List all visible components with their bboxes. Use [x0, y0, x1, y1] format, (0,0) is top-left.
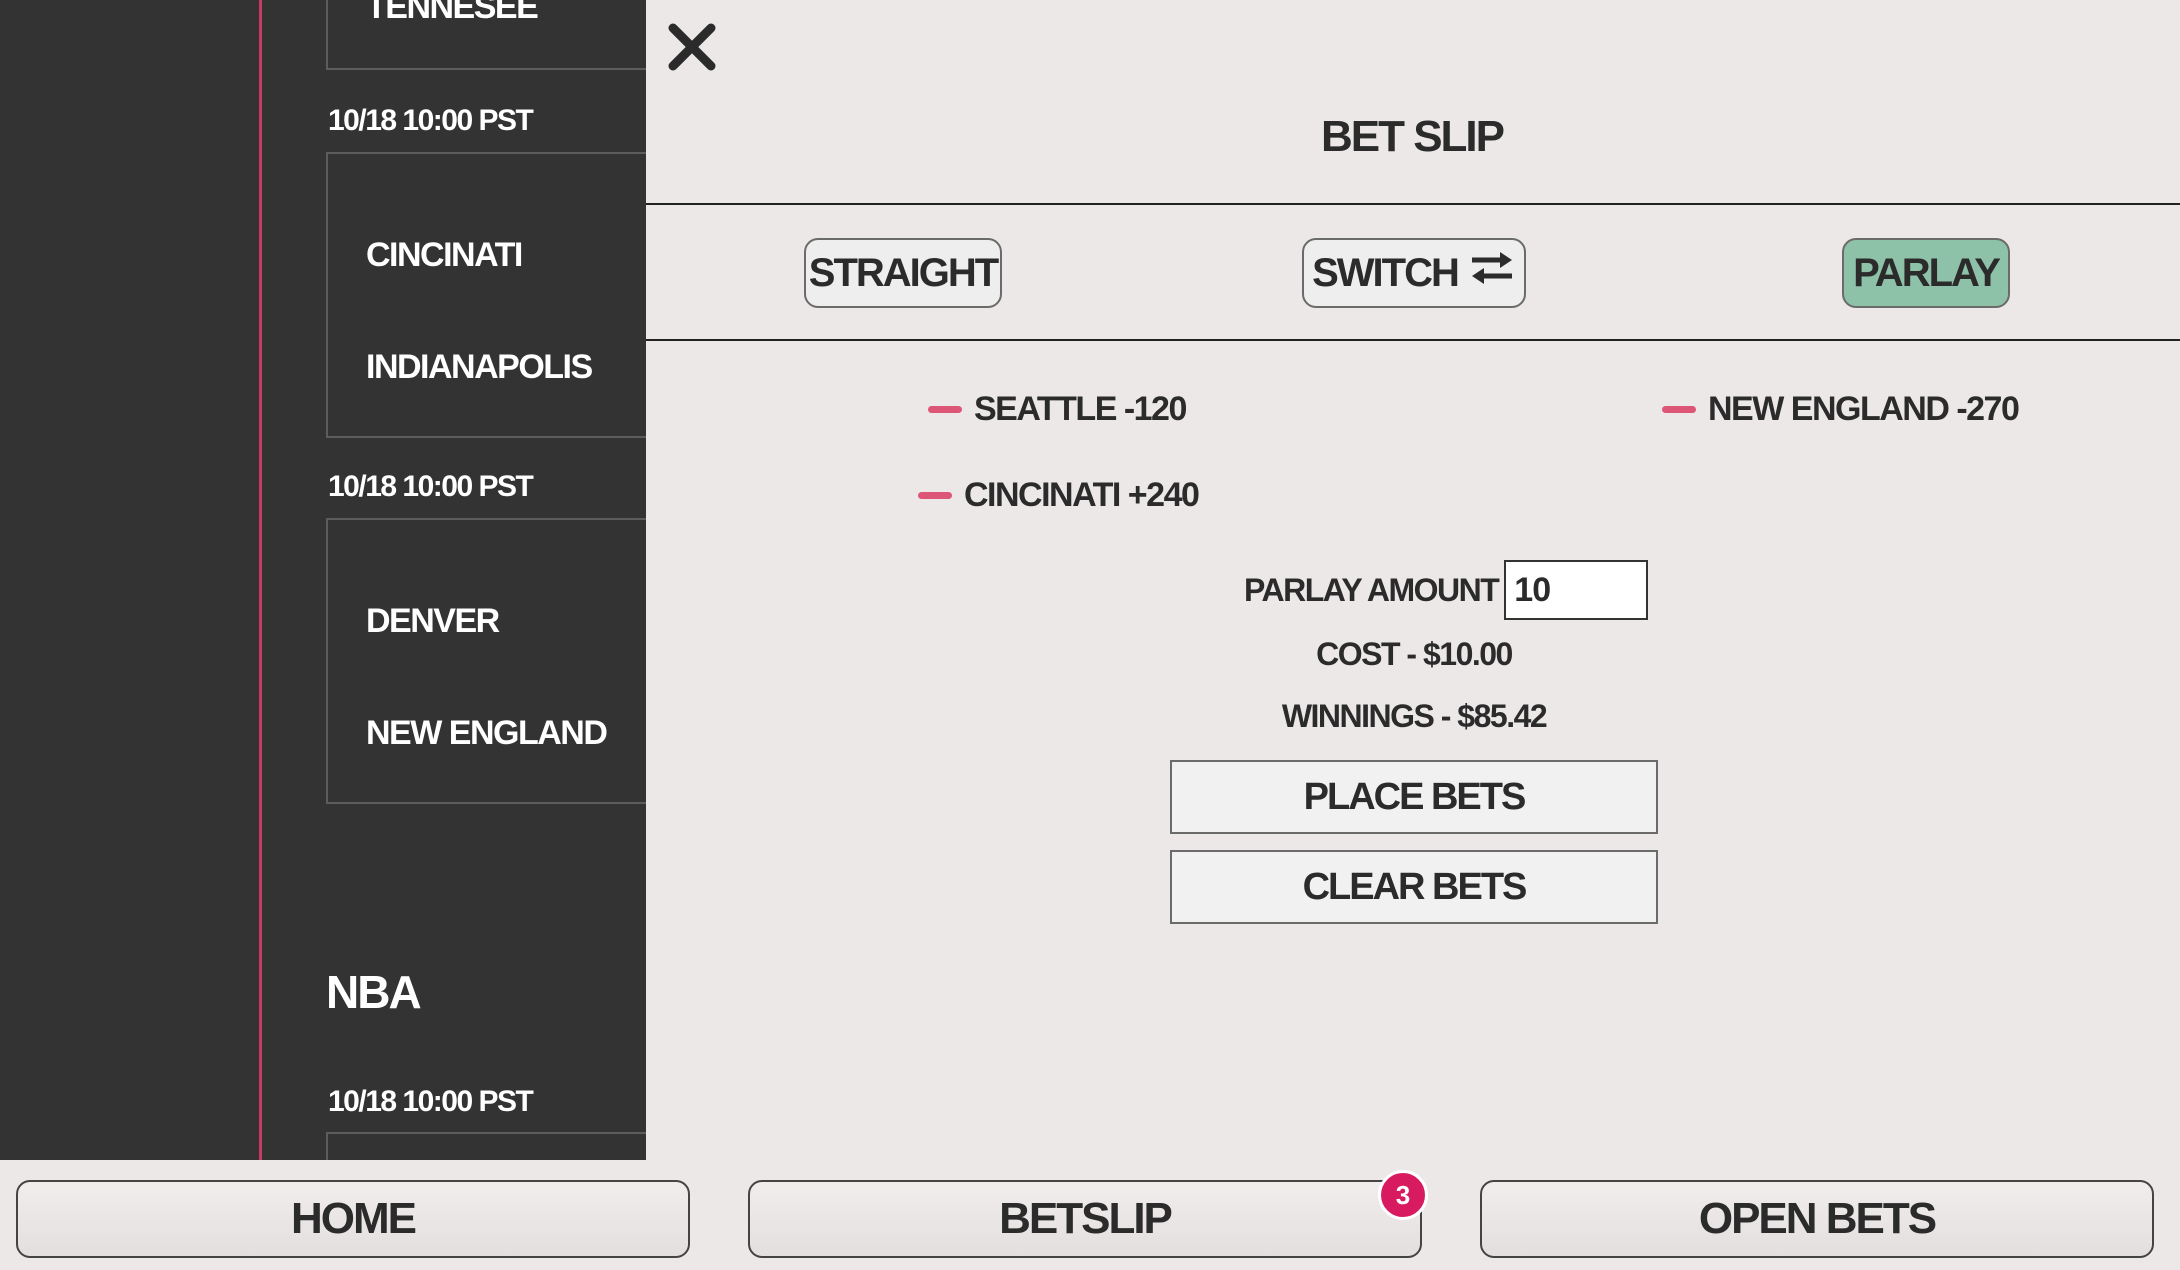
team-option[interactable]: INDIANAPOLIS [366, 348, 593, 387]
games-sidebar: TENNESEE 10/18 10:00 PST CINCINATI INDIA… [0, 0, 646, 1160]
place-bets-button[interactable]: PLACE BETS [1170, 760, 1658, 834]
straight-mode-button[interactable]: STRAIGHT [804, 238, 1002, 308]
game-card[interactable] [326, 1132, 646, 1160]
betslip-button[interactable]: BETSLIP [748, 1180, 1422, 1258]
bet-item: CINCINATI +240 [918, 476, 1200, 515]
switch-mode-button[interactable]: SWITCH [1302, 238, 1526, 308]
divider [646, 203, 2180, 205]
league-title: NBA [326, 966, 422, 1018]
bet-label: NEW ENGLAND -270 [1708, 390, 2020, 428]
parlay-amount-label: PARLAY AMOUNT [1244, 571, 1500, 608]
remove-bet-icon[interactable] [918, 492, 952, 499]
bet-item: NEW ENGLAND -270 [1662, 390, 2020, 429]
bet-item: SEATTLE -120 [928, 390, 1187, 429]
team-option[interactable]: NEW ENGLAND [366, 714, 608, 753]
bet-label: SEATTLE -120 [974, 390, 1187, 428]
parlay-amount-input[interactable] [1504, 560, 1649, 620]
team-option[interactable]: DENVER [366, 602, 500, 641]
page-title: BET SLIP [1320, 112, 1505, 161]
game-date: 10/18 10:00 PST [328, 470, 534, 503]
remove-bet-icon[interactable] [928, 406, 962, 413]
open-bets-button[interactable]: OPEN BETS [1480, 1180, 2154, 1258]
team-option[interactable]: CINCINATI [366, 236, 523, 275]
straight-label: STRAIGHT [808, 250, 999, 295]
parlay-amount-row: PARLAY AMOUNT [1244, 560, 1649, 620]
remove-bet-icon[interactable] [1662, 406, 1696, 413]
switch-label: SWITCH [1312, 250, 1460, 295]
betslip-count-badge: 3 [1378, 1170, 1428, 1220]
bet-label: CINCINATI +240 [964, 476, 1200, 514]
team-label: TENNESEE [366, 0, 539, 26]
game-card[interactable] [326, 152, 646, 438]
sidebar-accent-line [259, 0, 262, 1160]
game-date: 10/18 10:00 PST [328, 104, 534, 137]
game-date: 10/18 10:00 PST [328, 1085, 534, 1118]
game-card[interactable] [326, 518, 646, 804]
cost-text: COST - $10.00 [1316, 636, 1513, 672]
close-icon[interactable] [665, 20, 719, 74]
divider [646, 339, 2180, 341]
home-button[interactable]: HOME [16, 1180, 690, 1258]
bottom-nav: HOME BETSLIP OPEN BETS [0, 1160, 2180, 1270]
swap-arrows-icon [1468, 250, 1516, 296]
parlay-label: PARLAY [1853, 250, 2001, 295]
winnings-text: WINNINGS - $85.42 [1281, 698, 1548, 734]
parlay-mode-button[interactable]: PARLAY [1842, 238, 2010, 308]
clear-bets-button[interactable]: CLEAR BETS [1170, 850, 1658, 924]
